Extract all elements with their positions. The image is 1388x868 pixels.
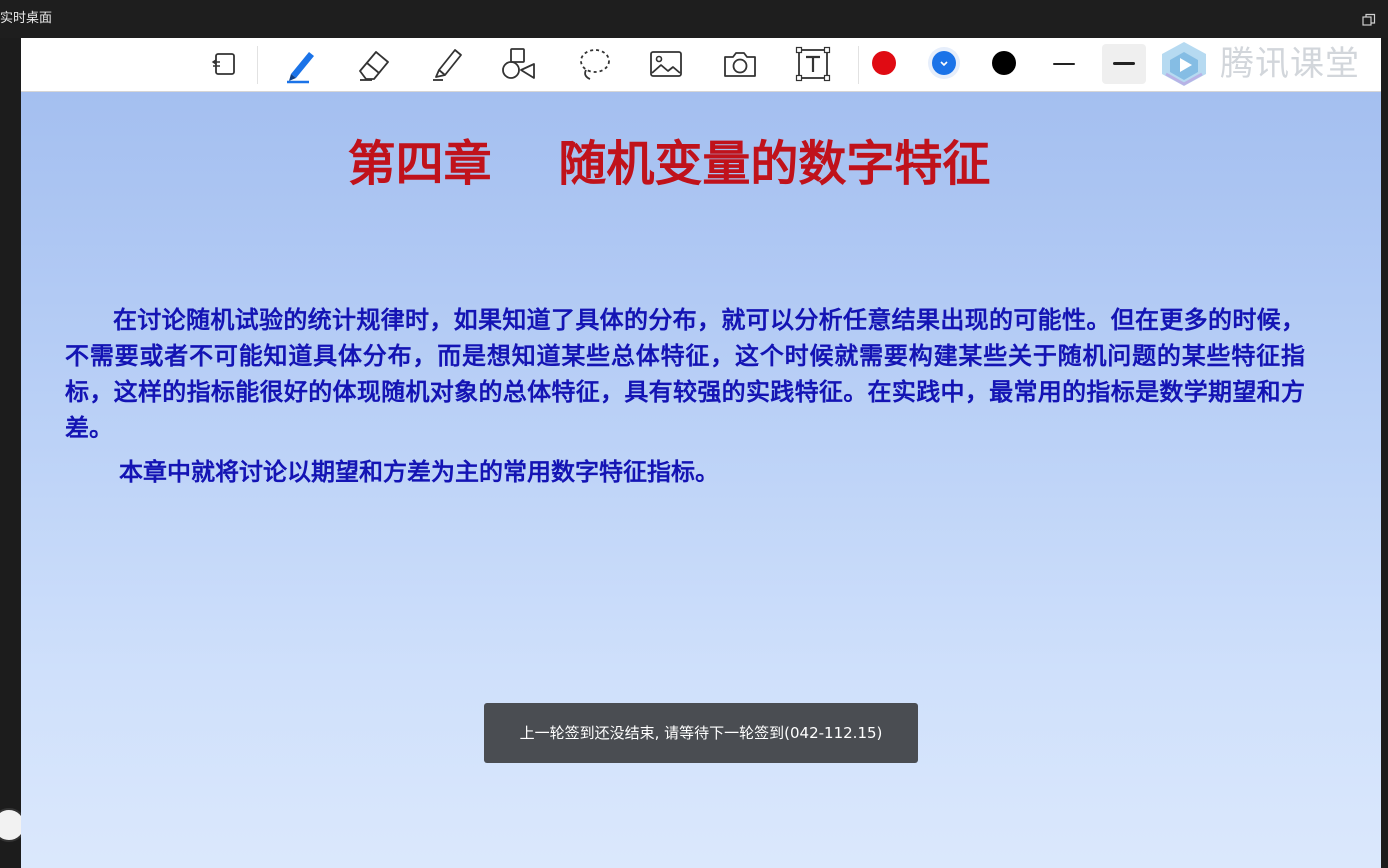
red-color-dot [872,51,896,75]
checkin-toast: 上一轮签到还没结束, 请等待下一轮签到(042-112.15) [484,703,918,763]
camera-icon[interactable] [718,42,762,86]
left-sidebar-strip [0,38,21,868]
shapes-icon[interactable] [497,42,541,86]
lasso-icon[interactable] [572,42,616,86]
color-red-swatch[interactable] [868,47,900,79]
logo-icon [1162,42,1206,86]
slide-paragraph-2: 本章中就将讨论以期望和方差为主的常用数字特征指标。 [119,457,719,486]
whiteboard-toolbar: 腾讯课堂 [21,38,1381,92]
tencent-classroom-logo: 腾讯课堂 [1154,38,1384,91]
logo-text: 腾讯课堂 [1220,44,1360,84]
stroke-thin-button[interactable] [1042,44,1086,84]
slide-title: 第四章 随机变量的数字特征 [347,136,991,192]
blue-color-dot [932,51,956,75]
window-title: 实时桌面 [0,11,53,26]
chevron-down-icon [940,61,948,67]
black-color-dot [992,51,1016,75]
window-titlebar: 实时桌面 [0,0,1388,38]
pen-icon[interactable] [279,42,323,86]
restore-window-icon[interactable] [1362,12,1376,26]
stroke-thick-button[interactable] [1102,44,1146,84]
presentation-slide: 第四章 随机变量的数字特征 在讨论随机试验的统计规律时，如果知道了具体的分布，就… [21,92,1381,868]
eraser-icon[interactable] [352,42,396,86]
toolbar-divider [858,46,859,84]
color-black-swatch[interactable] [988,47,1020,79]
color-blue-swatch[interactable] [928,47,960,79]
thin-line-icon [1053,63,1075,65]
toolbar-divider [257,46,258,84]
slide-paragraph-1: 在讨论随机试验的统计规律时，如果知道了具体的分布，就可以分析任意结果出现的可能性… [65,305,1305,442]
page-switch-icon[interactable] [203,42,247,86]
text-icon[interactable] [791,42,835,86]
image-icon[interactable] [644,42,688,86]
thick-line-icon [1113,62,1135,65]
highlighter-icon[interactable] [425,42,469,86]
